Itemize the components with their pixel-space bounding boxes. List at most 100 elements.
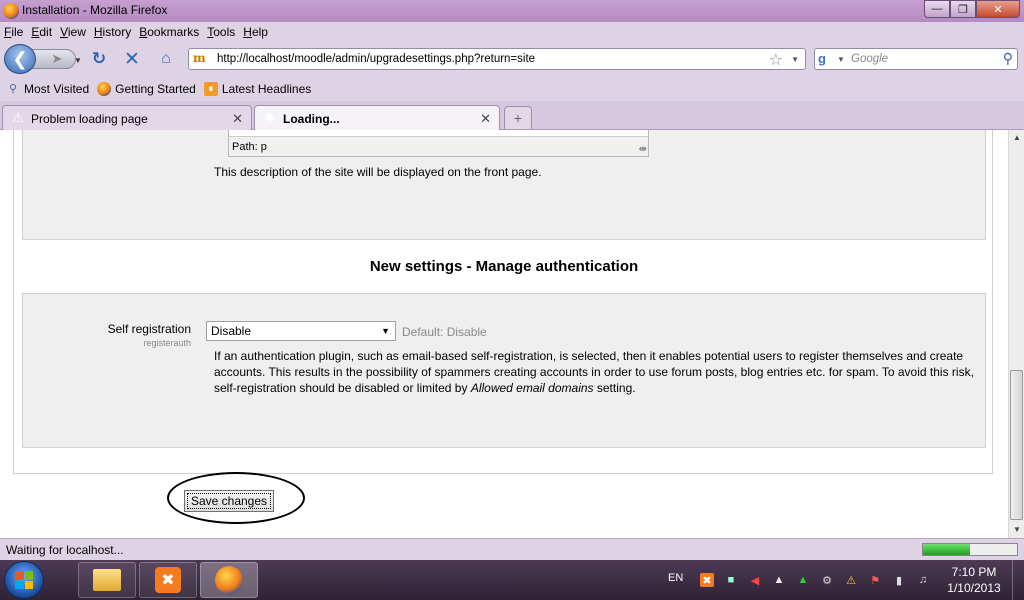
default-value: Default: Disable bbox=[402, 325, 487, 339]
most-visited-icon: ⚲ bbox=[8, 83, 18, 95]
help-text-part: setting. bbox=[593, 381, 636, 395]
new-tab-button[interactable]: + bbox=[504, 106, 532, 129]
language-indicator[interactable]: EN bbox=[668, 572, 683, 584]
menu-file[interactable]: File bbox=[4, 25, 23, 39]
firefox-icon bbox=[215, 566, 243, 594]
close-window-button[interactable]: ✕ bbox=[976, 0, 1020, 18]
scroll-up-icon[interactable]: ▲ bbox=[1009, 130, 1024, 146]
loading-progress-bar bbox=[922, 543, 1018, 556]
bookmark-label: Getting Started bbox=[115, 81, 196, 96]
xampp-icon: ✖ bbox=[155, 567, 181, 593]
site-description-section: Path: p ⇼ This description of the site w… bbox=[22, 130, 986, 240]
loading-spinner-icon: ✹ bbox=[264, 110, 276, 125]
minimize-button[interactable]: — bbox=[924, 0, 950, 18]
warning-icon: ⚠ bbox=[12, 110, 24, 125]
taskbar-xampp-button[interactable]: ✖ bbox=[139, 562, 197, 598]
clock-date: 1/10/2013 bbox=[947, 581, 1001, 595]
bookmark-getting-started[interactable]: Getting Started bbox=[97, 81, 196, 96]
volume-tray-icon[interactable]: ♫ bbox=[916, 573, 930, 587]
moodle-site-icon: m bbox=[193, 51, 206, 65]
save-changes-button[interactable]: Save changes bbox=[184, 490, 274, 512]
tab-label: Problem loading page bbox=[31, 112, 148, 126]
status-bar: Waiting for localhost... bbox=[0, 538, 1024, 560]
google-engine-icon[interactable]: g bbox=[818, 51, 834, 67]
url-dropdown-icon[interactable]: ▼ bbox=[791, 55, 799, 64]
scrollbar-thumb[interactable] bbox=[1010, 370, 1023, 520]
menu-bookmarks[interactable]: Bookmarks bbox=[139, 25, 199, 39]
warning-tray-icon[interactable]: ⚠ bbox=[844, 573, 858, 587]
bookmarks-toolbar: ⚲ Most Visited Getting Started ∎ Latest … bbox=[0, 76, 1024, 101]
gear-tray-icon[interactable]: ⚙ bbox=[820, 573, 834, 587]
search-bar[interactable]: g ▼ Google ⚲ bbox=[814, 48, 1018, 70]
tab-loading[interactable]: ✹ Loading... ✕ bbox=[254, 105, 500, 131]
help-text-emphasis: Allowed email domains bbox=[470, 381, 594, 395]
taskbar-explorer-button[interactable] bbox=[78, 562, 136, 598]
site-description-help: This description of the site will be dis… bbox=[214, 165, 542, 179]
bookmark-star-icon[interactable]: ☆ bbox=[769, 50, 783, 70]
setting-label: Self registration bbox=[107, 322, 191, 336]
rss-feed-icon: ∎ bbox=[203, 81, 218, 96]
menu-view[interactable]: View bbox=[60, 25, 86, 39]
menu-help[interactable]: Help bbox=[243, 25, 268, 39]
html-editor[interactable]: Path: p ⇼ bbox=[228, 130, 649, 157]
flag-tray-icon[interactable]: ⚑ bbox=[868, 573, 882, 587]
status-text: Waiting for localhost... bbox=[6, 543, 124, 557]
window-controls: — ❐ ✕ bbox=[924, 0, 1020, 18]
tab-problem-loading[interactable]: ⚠ Problem loading page ✕ bbox=[2, 105, 252, 130]
firefox-logo-icon bbox=[3, 3, 19, 19]
speaker-tray-icon[interactable]: ◀ bbox=[748, 573, 762, 587]
device-tray-icon[interactable]: ▮ bbox=[892, 573, 906, 587]
close-tab-icon[interactable]: ✕ bbox=[480, 111, 491, 127]
maximize-button[interactable]: ❐ bbox=[950, 0, 976, 18]
navigation-toolbar: ➤ ❮ ▼ ↻ ✕ ⌂ m http://localhost/moodle/ad… bbox=[0, 42, 1024, 76]
search-input[interactable]: Google bbox=[851, 53, 888, 65]
system-tray: EN ✖ ■ ◀ ▲ ▲ ⚙ ⚠ ⚑ ▮ ♫ 7:10 PM 1/10/2013 bbox=[660, 560, 1024, 600]
back-button[interactable]: ❮ bbox=[4, 44, 36, 74]
green-triangle-tray-icon[interactable]: ▲ bbox=[796, 573, 810, 587]
system-clock[interactable]: 7:10 PM 1/10/2013 bbox=[938, 564, 1010, 596]
clock-time: 7:10 PM bbox=[951, 565, 997, 579]
chevron-down-icon: ▼ bbox=[381, 326, 390, 336]
bookmark-label: Most Visited bbox=[24, 81, 90, 96]
firefox-icon bbox=[97, 81, 112, 96]
menu-bar: File Edit View History Bookmarks Tools H… bbox=[0, 22, 1024, 42]
title-bar: Installation - Mozilla Firefox — ❐ ✕ bbox=[0, 0, 1024, 22]
history-dropdown-icon[interactable]: ▼ bbox=[74, 56, 82, 65]
back-forward-group: ➤ ❮ ▼ bbox=[4, 44, 84, 74]
section-heading: New settings - Manage authentication bbox=[369, 258, 639, 275]
search-icon[interactable]: ⚲ bbox=[1003, 50, 1013, 67]
resize-grip-icon[interactable]: ⇼ bbox=[639, 144, 647, 155]
window-title: Installation - Mozilla Firefox bbox=[22, 3, 168, 17]
network-tray-icon[interactable]: ■ bbox=[724, 573, 738, 587]
scroll-down-icon[interactable]: ▼ bbox=[1009, 522, 1024, 538]
tab-strip: ⚠ Problem loading page ✕ ✹ Loading... ✕ … bbox=[0, 101, 1024, 131]
home-icon[interactable]: ⌂ bbox=[156, 49, 176, 69]
notification-tray-icon[interactable]: ▲ bbox=[772, 573, 786, 587]
folder-icon bbox=[93, 569, 121, 591]
menu-edit[interactable]: Edit bbox=[31, 25, 52, 39]
url-text[interactable]: http://localhost/moodle/admin/upgradeset… bbox=[217, 53, 535, 65]
stop-icon[interactable]: ✕ bbox=[122, 49, 142, 70]
setting-key: registerauth bbox=[143, 338, 191, 348]
tab-label: Loading... bbox=[283, 112, 340, 126]
show-desktop-button[interactable] bbox=[1012, 560, 1024, 600]
url-bar[interactable]: m http://localhost/moodle/admin/upgrades… bbox=[188, 48, 806, 70]
close-tab-icon[interactable]: ✕ bbox=[232, 111, 243, 127]
xampp-tray-icon[interactable]: ✖ bbox=[700, 573, 714, 587]
windows-logo-icon bbox=[15, 571, 33, 589]
taskbar-firefox-button[interactable] bbox=[200, 562, 258, 598]
page-content: Path: p ⇼ This description of the site w… bbox=[0, 130, 1008, 538]
setting-help-text: If an authentication plugin, such as ema… bbox=[214, 348, 974, 396]
bookmark-most-visited[interactable]: ⚲ Most Visited bbox=[6, 82, 89, 96]
progress-fill bbox=[923, 544, 970, 555]
search-engine-dropdown-icon[interactable]: ▼ bbox=[837, 55, 845, 64]
menu-history[interactable]: History bbox=[94, 25, 131, 39]
self-registration-select[interactable]: Disable ▼ bbox=[206, 321, 396, 341]
forward-button[interactable]: ➤ bbox=[32, 49, 76, 69]
menu-tools[interactable]: Tools bbox=[207, 25, 235, 39]
bookmark-label: Latest Headlines bbox=[221, 81, 312, 96]
reload-icon[interactable]: ↻ bbox=[89, 49, 109, 69]
bookmark-latest-headlines[interactable]: ∎ Latest Headlines bbox=[203, 81, 312, 96]
vertical-scrollbar[interactable]: ▲ ▼ bbox=[1008, 130, 1024, 538]
start-button[interactable] bbox=[4, 561, 44, 599]
